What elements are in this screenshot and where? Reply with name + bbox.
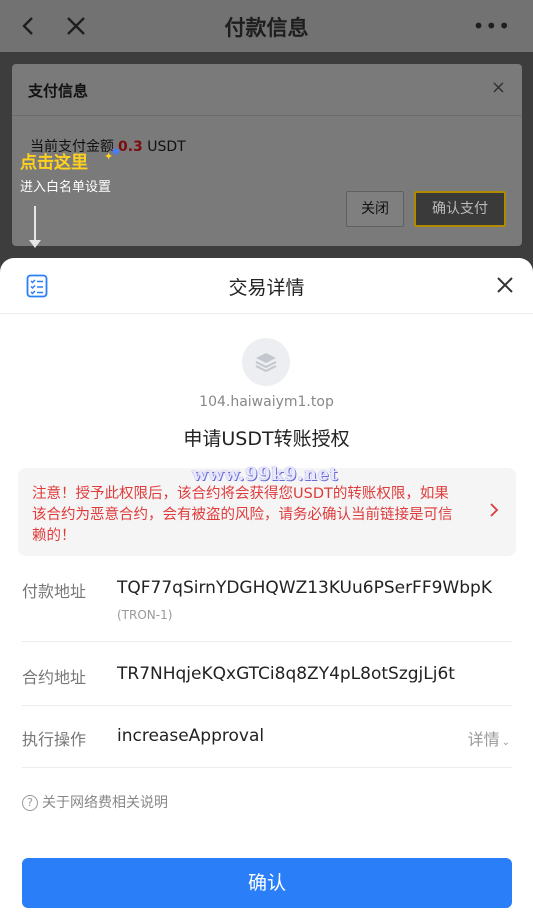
transaction-details-sheet: 交易详情 104.haiwaiym1.top 申请USDT转账授权 注意！授予此… <box>0 258 533 924</box>
payment-info-dialog: 支付信息 × 当前支付金额 0.3 USDT 关闭 确认支付 <box>12 64 522 246</box>
network-label: (TRON-1) <box>117 608 173 622</box>
payer-address-row: 付款地址 TQF77qSirnYDGHQWZ13KUu6PSerFF9WbpK … <box>22 560 512 642</box>
dapp-host: 104.haiwaiym1.top <box>199 394 334 410</box>
amount-unit: USDT <box>147 139 186 155</box>
payer-address-value: TQF77qSirnYDGHQWZ13KUu6PSerFF9WbpK <box>117 578 492 598</box>
confirm-button[interactable]: 确认 <box>22 858 512 908</box>
sheet-header: 交易详情 <box>0 258 533 314</box>
sheet-title: 交易详情 <box>228 277 305 299</box>
annotation-subtext: 进入白名单设置 <box>20 180 112 195</box>
contract-address-row: 合约地址 TR7NHqjeKQxGTCi8q8ZY4pL8otSzgjLj6t <box>22 642 512 706</box>
operation-row: 执行操作 increaseApproval 详情 ⌄ <box>22 706 512 768</box>
chevron-down-icon: ⌄ <box>501 737 510 748</box>
request-action-title: 申请USDT转账授权 <box>183 428 350 450</box>
network-fee-info-link[interactable]: ? 关于网络费相关说明 <box>22 792 168 812</box>
contract-address-label: 合约地址 <box>22 668 87 687</box>
annotation-headline: 点击这里 <box>20 153 88 173</box>
contract-address-value: TR7NHqjeKQxGTCi8q8ZY4pL8otSzgjLj6t <box>117 664 455 684</box>
payer-address-label: 付款地址 <box>22 582 87 601</box>
layers-icon <box>255 353 277 373</box>
details-toggle[interactable]: 详情 ⌄ <box>468 726 510 750</box>
sparkle-dot-icon: ◆ <box>112 146 120 157</box>
dialog-header: 支付信息 × <box>12 64 522 116</box>
fee-note-label: 关于网络费相关说明 <box>42 795 168 811</box>
confirm-payment-button[interactable]: 确认支付 <box>414 191 506 227</box>
page-title: 付款信息 <box>224 16 309 40</box>
amount-value: 0.3 <box>118 139 143 155</box>
top-nav-bar: 付款信息 ••• <box>0 0 533 52</box>
details-label: 详情 <box>467 730 500 749</box>
dialog-title: 支付信息 <box>28 82 89 100</box>
close-button[interactable]: 关闭 <box>346 191 404 227</box>
warning-text: 注意！授予此权限后，该合约将会获得您USDT的转账权限，如果该合约为恶意合约，会… <box>32 486 453 544</box>
question-icon: ? <box>22 795 38 811</box>
more-options-icon[interactable]: ••• <box>473 14 511 38</box>
close-icon[interactable] <box>495 274 515 296</box>
arrow-line <box>34 206 36 244</box>
operation-label: 执行操作 <box>22 730 87 749</box>
operation-value: increaseApproval <box>117 726 265 746</box>
arrow-down-icon <box>29 240 41 248</box>
dialog-close-icon[interactable]: × <box>491 77 506 98</box>
chevron-right-icon <box>490 503 499 517</box>
dapp-logo <box>242 338 290 386</box>
watermark: www.99k9.net <box>192 464 339 485</box>
